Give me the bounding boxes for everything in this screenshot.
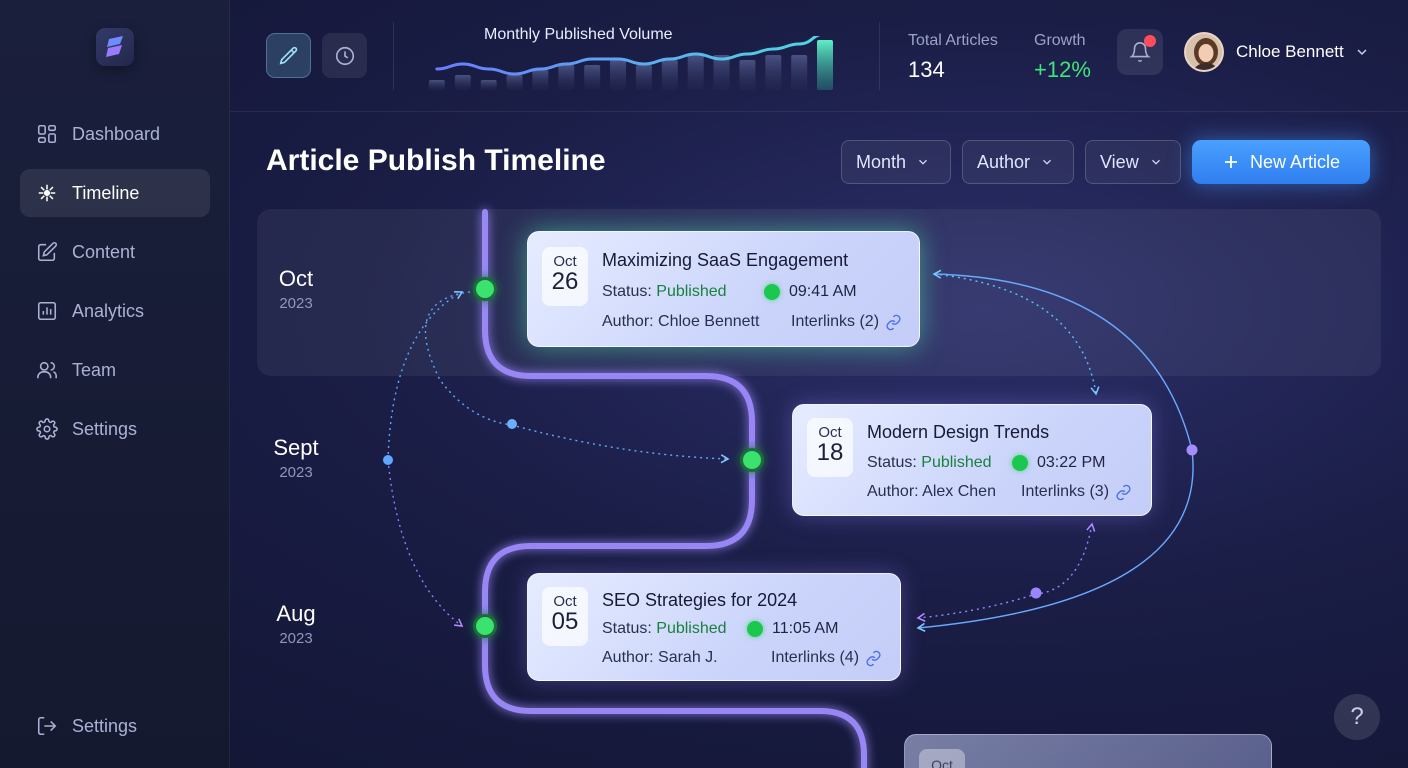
connector-dot <box>507 419 517 429</box>
date-day: 18 <box>816 439 844 466</box>
help-button[interactable]: ? <box>1334 694 1380 740</box>
interlinks-link[interactable]: Interlinks (4) <box>771 649 882 667</box>
article-card[interactable]: Oct 26 Maximizing SaaS Engagement Status… <box>527 231 920 347</box>
time-value: 03:22 PM <box>1037 454 1106 471</box>
date-day: 05 <box>551 608 579 635</box>
timeline-node <box>743 451 761 469</box>
date-month: Oct <box>919 749 965 768</box>
interlinks-label: Interlinks (4) <box>771 649 860 666</box>
interlinks-link[interactable]: Interlinks (2) <box>791 313 902 331</box>
article-time: 03:22 PM <box>1012 454 1105 472</box>
time-value: 11:05 AM <box>772 620 839 637</box>
help-icon: ? <box>1350 703 1364 730</box>
article-author: Author: Sarah J. <box>602 649 718 666</box>
date-chip: Oct 18 <box>807 418 853 477</box>
date-chip: Oct 26 <box>542 247 588 306</box>
date-day: 26 <box>551 268 579 295</box>
link-icon <box>886 314 901 330</box>
interlinks-link[interactable]: Interlinks (3) <box>1021 483 1132 501</box>
interlink-connector <box>387 459 464 627</box>
connector-dot <box>1186 444 1198 456</box>
article-card[interactable]: Oct 18 Modern Design Trends Status: Publ… <box>792 404 1152 516</box>
time-value: 09:41 AM <box>789 283 857 300</box>
interlinks-label: Interlinks (3) <box>1021 483 1110 500</box>
interlinks-label: Interlinks (2) <box>791 313 880 330</box>
link-icon <box>1116 484 1131 500</box>
timeline-node <box>476 617 494 635</box>
link-icon <box>866 650 881 666</box>
interlink-connector <box>916 522 1096 622</box>
interlink-connector <box>387 291 464 461</box>
status-label: Status: <box>602 620 652 637</box>
status-label: Status: <box>867 454 917 471</box>
status-dot-icon <box>747 621 763 637</box>
status-dot-icon <box>764 284 780 300</box>
article-author: Author: Chloe Bennett <box>602 313 760 330</box>
status-badge: Published <box>656 620 727 637</box>
connector-dot <box>1030 587 1042 599</box>
app-root: Dashboard Timeline Content Analytics Tea… <box>0 0 1408 768</box>
status-dot-icon <box>1012 455 1028 471</box>
status-label: Status: <box>602 283 652 300</box>
timeline-node <box>476 280 494 298</box>
article-time: 11:05 AM <box>747 620 838 638</box>
status-badge: Published <box>921 454 992 471</box>
article-time: 09:41 AM <box>764 283 857 301</box>
article-status: Status: Published <box>602 283 727 301</box>
article-title[interactable]: SEO Strategies for 2024 <box>602 590 797 611</box>
article-title[interactable]: Modern Design Trends <box>867 422 1049 443</box>
article-card[interactable]: Oct 05 SEO Strategies for 2024 Status: P… <box>527 573 901 681</box>
connector-dot <box>383 455 393 465</box>
article-author: Author: Alex Chen <box>867 483 996 500</box>
article-title[interactable]: Maximizing SaaS Engagement <box>602 250 848 271</box>
article-status: Status: Published <box>602 620 727 638</box>
interlink-connector <box>933 273 1100 396</box>
article-card-partial[interactable]: Oct <box>904 734 1272 768</box>
article-status: Status: Published <box>867 454 992 472</box>
date-chip: Oct 05 <box>542 587 588 646</box>
status-badge: Published <box>656 283 727 300</box>
